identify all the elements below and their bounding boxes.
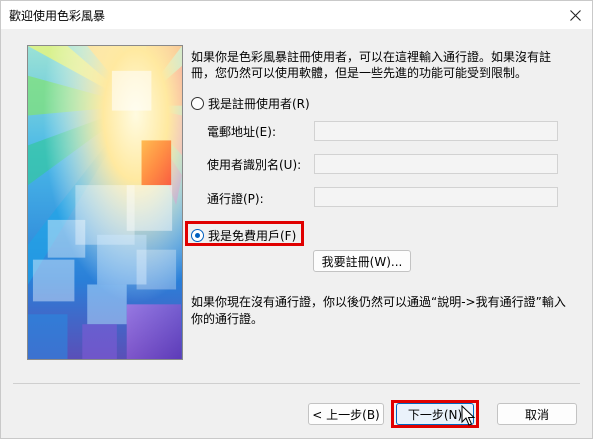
email-label: 電郵地址(E): [207, 125, 276, 139]
passport-field[interactable] [314, 187, 558, 207]
footer-text: 如果你現在沒有通行證，你以後仍然可以通過“說明->我有通行證”輸入你的通行證。 [191, 295, 566, 326]
window-title: 歡迎使用色彩風暴 [9, 9, 106, 23]
email-field[interactable] [314, 121, 558, 141]
setup-wizard-window: 歡迎使用色彩風暴 如果你是色彩風暴註冊使用者，可以在這裡輸入通行證。如果沒有註冊… [0, 0, 593, 439]
close-icon [569, 9, 581, 21]
intro-text: 如果你是色彩風暴註冊使用者，可以在這裡輸入通行證。如果沒有註冊，您仍然可以使用軟… [191, 50, 552, 80]
passport-label: 通行證(P): [207, 192, 264, 206]
free-user-radio-indicator[interactable] [191, 229, 204, 242]
free-user-label: 我是免費用戶(F) [208, 229, 297, 243]
footer-separator [13, 383, 580, 384]
close-button[interactable] [558, 1, 592, 29]
register-button[interactable]: 我要註冊(W)... [313, 250, 411, 272]
username-field[interactable] [314, 154, 558, 174]
registered-user-radio[interactable]: 我是註冊使用者(R) [191, 95, 310, 112]
wizard-artwork [27, 45, 183, 360]
registered-user-radio-indicator[interactable] [191, 97, 204, 110]
title-bar: 歡迎使用色彩風暴 [1, 1, 592, 29]
cancel-button[interactable]: 取消 [497, 403, 577, 425]
registered-user-label: 我是註冊使用者(R) [208, 97, 310, 111]
back-button[interactable]: < 上一步(B) [308, 403, 384, 425]
free-user-radio[interactable]: 我是免費用戶(F) [191, 227, 296, 244]
username-label: 使用者識別名(U): [207, 158, 302, 172]
next-button[interactable]: 下一步(N) [396, 403, 474, 425]
